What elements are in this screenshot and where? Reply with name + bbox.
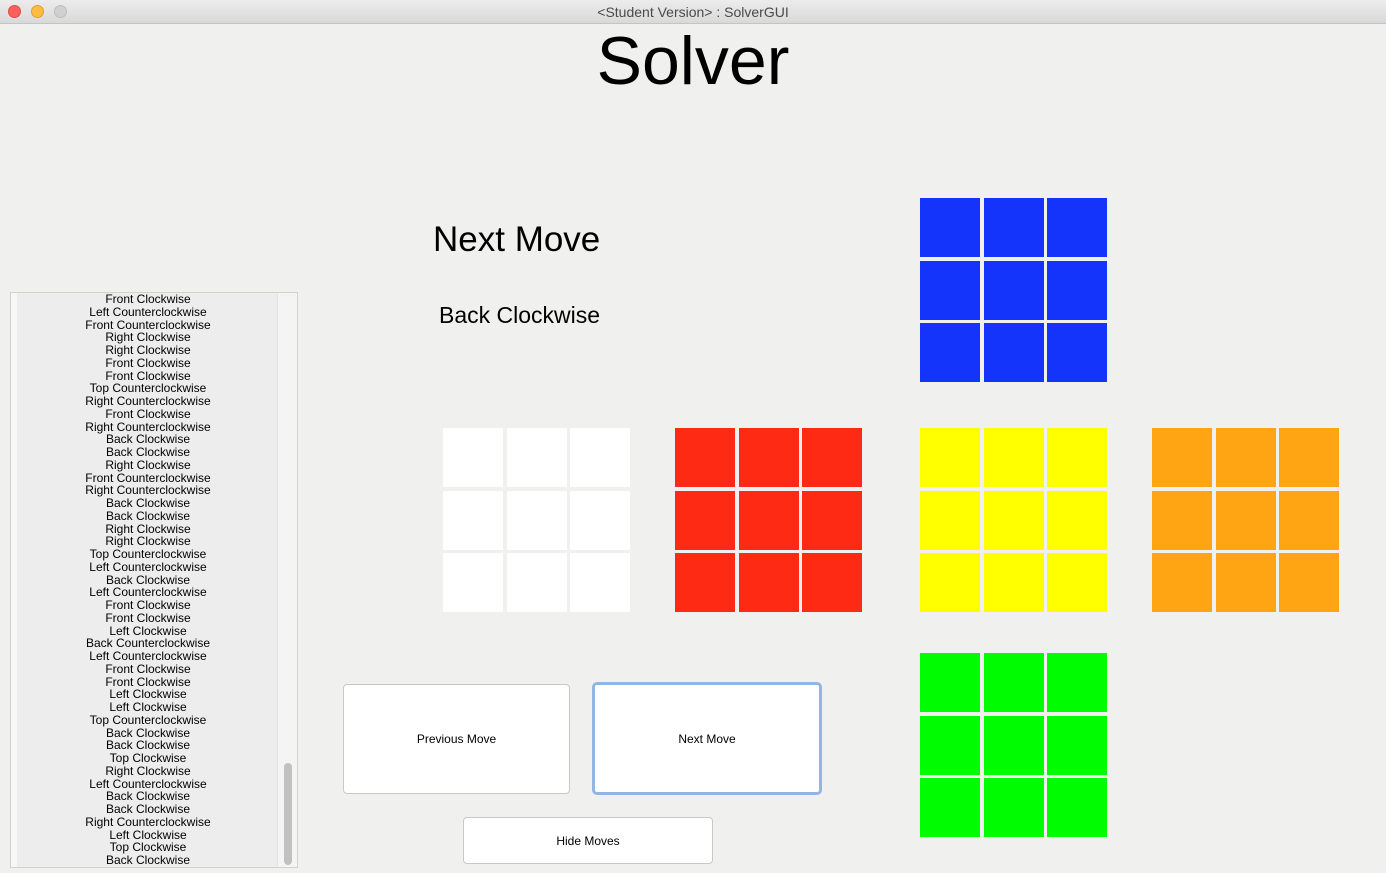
cube-face-left bbox=[443, 428, 630, 612]
cube-sticker bbox=[920, 428, 980, 487]
cube-sticker bbox=[802, 553, 862, 612]
cube-sticker bbox=[802, 490, 862, 550]
cube-sticker bbox=[1152, 553, 1212, 612]
cube-sticker bbox=[920, 778, 980, 837]
cube-sticker bbox=[983, 198, 1044, 257]
cube-face-front bbox=[675, 428, 862, 612]
moves-list-panel[interactable]: Front Clockwise Left Counterclockwise Fron… bbox=[10, 292, 298, 868]
page-title: Solver bbox=[596, 23, 790, 99]
cube-sticker bbox=[570, 428, 630, 487]
cube-sticker bbox=[1047, 715, 1107, 775]
cube-sticker bbox=[506, 490, 567, 550]
cube-sticker bbox=[1047, 653, 1107, 712]
move-list-item[interactable]: Left Counterclockwise bbox=[17, 560, 279, 574]
moves-list[interactable]: Front Clockwise Left Counterclockwise Fron… bbox=[17, 293, 279, 867]
cube-sticker bbox=[1047, 323, 1107, 382]
move-list-item[interactable]: Right Clockwise bbox=[17, 764, 279, 778]
move-list-item[interactable]: Back Clockwise bbox=[17, 803, 279, 816]
cube-sticker bbox=[1047, 553, 1107, 612]
moves-scrollbar[interactable] bbox=[277, 293, 297, 867]
move-list-item[interactable]: Front Clockwise bbox=[17, 356, 279, 370]
cube-sticker bbox=[920, 553, 980, 612]
cube-sticker bbox=[738, 553, 799, 612]
previous-move-button[interactable]: Previous Move bbox=[343, 684, 570, 794]
current-move-label: Back Clockwise bbox=[439, 302, 601, 328]
cube-sticker bbox=[983, 778, 1044, 837]
cube-sticker bbox=[983, 653, 1044, 712]
move-list-item[interactable]: Left Counterclockwise bbox=[17, 650, 279, 663]
cube-face-top bbox=[920, 198, 1107, 382]
move-list-item[interactable]: Back Clockwise bbox=[17, 509, 279, 523]
cube-sticker bbox=[675, 490, 735, 550]
next-move-heading: Next Move bbox=[433, 220, 601, 259]
cube-sticker bbox=[443, 490, 503, 550]
move-list-item[interactable]: Back Clockwise bbox=[17, 854, 279, 867]
cube-sticker bbox=[983, 715, 1044, 775]
cube-sticker bbox=[675, 428, 735, 487]
move-list-item[interactable]: Left Clockwise bbox=[17, 701, 279, 714]
cube-sticker bbox=[920, 198, 980, 257]
cube-sticker bbox=[506, 553, 567, 612]
next-move-button[interactable]: Next Move bbox=[592, 682, 822, 795]
cube-sticker bbox=[920, 715, 980, 775]
moves-scrollbar-thumb[interactable] bbox=[284, 763, 292, 865]
move-list-item[interactable]: Back Clockwise bbox=[17, 497, 279, 510]
cube-sticker bbox=[983, 260, 1044, 320]
cube-sticker bbox=[1215, 553, 1276, 612]
move-list-item[interactable]: Back Clockwise bbox=[17, 446, 279, 459]
cube-sticker bbox=[1215, 428, 1276, 487]
cube-sticker bbox=[1047, 428, 1107, 487]
cube-sticker bbox=[443, 553, 503, 612]
cube-sticker bbox=[1047, 490, 1107, 550]
cube-sticker bbox=[570, 553, 630, 612]
cube-sticker bbox=[506, 428, 567, 487]
cube-sticker bbox=[1152, 490, 1212, 550]
cube-sticker bbox=[675, 553, 735, 612]
cube-sticker bbox=[983, 428, 1044, 487]
cube-sticker bbox=[1047, 778, 1107, 837]
hide-moves-button[interactable]: Hide Moves bbox=[463, 817, 713, 864]
cube-sticker bbox=[443, 428, 503, 487]
cube-sticker bbox=[1279, 428, 1339, 487]
cube-sticker bbox=[983, 553, 1044, 612]
cube-face-back bbox=[1152, 428, 1339, 612]
title-bar: <Student Version> : SolverGUI bbox=[0, 0, 1386, 24]
cube-face-bottom bbox=[920, 653, 1107, 837]
cube-sticker bbox=[738, 428, 799, 487]
move-list-item[interactable]: Left Counterclockwise bbox=[17, 305, 279, 319]
move-list-item[interactable]: Right Clockwise bbox=[17, 344, 279, 357]
cube-sticker bbox=[920, 323, 980, 382]
cube-sticker bbox=[920, 653, 980, 712]
move-list-item[interactable]: Top Counterclockwise bbox=[17, 548, 279, 561]
move-list-item[interactable]: Front Clockwise bbox=[17, 662, 279, 676]
move-list-item[interactable]: Front Clockwise bbox=[17, 407, 279, 421]
move-list-item[interactable]: Front Clockwise bbox=[17, 293, 279, 306]
cube-sticker bbox=[920, 260, 980, 320]
cube-sticker bbox=[920, 490, 980, 550]
cube-sticker bbox=[1279, 490, 1339, 550]
move-list-item[interactable]: Top Counterclockwise bbox=[17, 713, 279, 727]
cube-sticker bbox=[570, 490, 630, 550]
cube-sticker bbox=[1047, 198, 1107, 257]
cube-face-right bbox=[920, 428, 1107, 612]
cube-sticker bbox=[738, 490, 799, 550]
move-list-item[interactable]: Right Counterclockwise bbox=[17, 815, 279, 829]
cube-sticker bbox=[1152, 428, 1212, 487]
move-list-item[interactable]: Front Clockwise bbox=[17, 599, 279, 612]
move-list-item[interactable]: Right Clockwise bbox=[17, 458, 279, 472]
cube-sticker bbox=[802, 428, 862, 487]
cube-sticker bbox=[1215, 490, 1276, 550]
move-list-item[interactable]: Front Clockwise bbox=[17, 611, 279, 625]
window-title: <Student Version> : SolverGUI bbox=[597, 4, 789, 20]
cube-sticker bbox=[983, 323, 1044, 382]
move-list-item[interactable]: Top Clockwise bbox=[17, 752, 279, 765]
move-list-item[interactable]: Right Counterclockwise bbox=[17, 395, 279, 408]
cube-sticker bbox=[1047, 260, 1107, 320]
cube-sticker bbox=[983, 490, 1044, 550]
cube-sticker bbox=[1279, 553, 1339, 612]
